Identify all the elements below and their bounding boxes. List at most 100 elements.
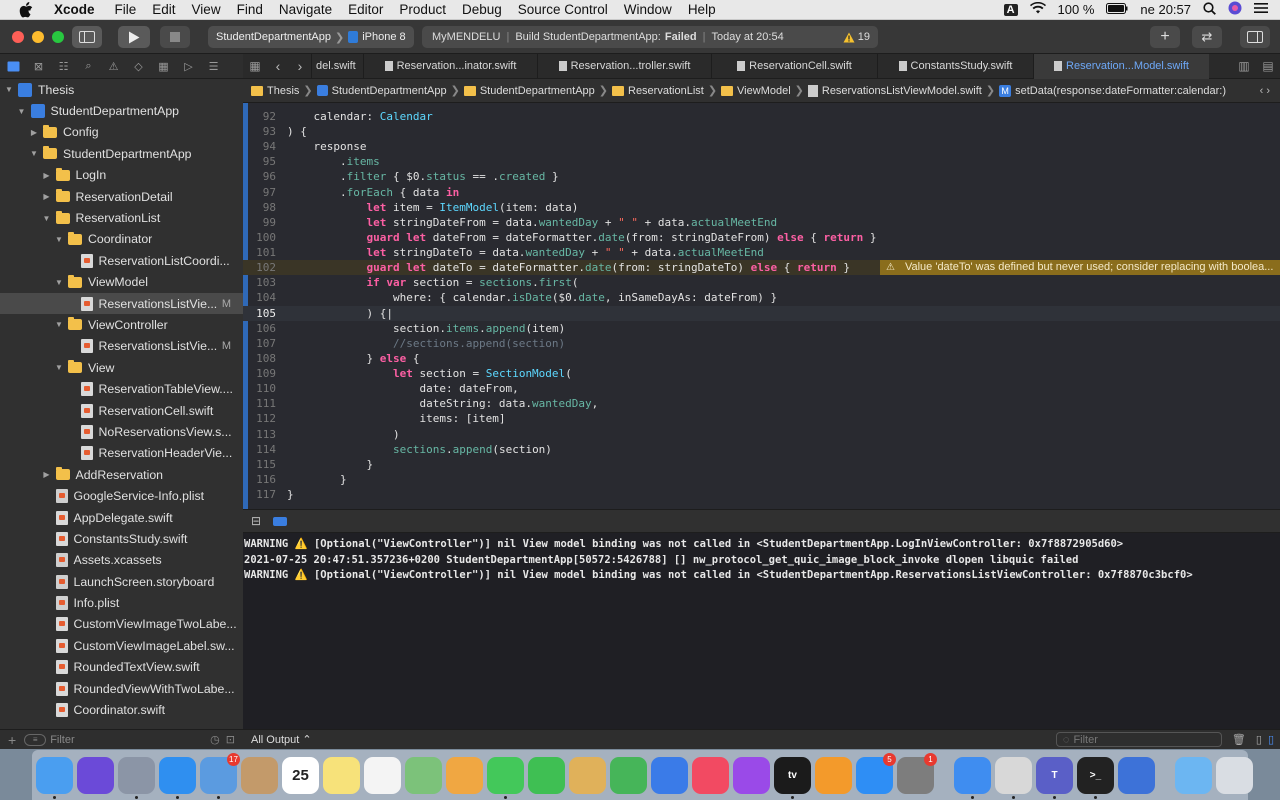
code-line[interactable]: 108 } else {	[243, 351, 1280, 366]
output-selector[interactable]: All Output ⌃	[251, 733, 312, 746]
disclosure-closed-icon[interactable]: ▶	[29, 128, 39, 137]
menu-find[interactable]: Find	[237, 2, 263, 17]
code-line[interactable]: 116 }	[243, 472, 1280, 487]
issue-nav-arrows-icon[interactable]: ‹ ›	[1260, 85, 1270, 97]
editor-tab-active[interactable]: Reservation...Model.swift	[1033, 53, 1209, 79]
code-text[interactable]: }	[287, 472, 347, 487]
line-number[interactable]: 98	[243, 200, 276, 215]
disk-utility-icon[interactable]	[995, 756, 1032, 799]
code-line[interactable]: 96 .filter { $0.status == .created }	[243, 169, 1280, 184]
preview-icon[interactable]	[569, 756, 606, 794]
line-number[interactable]: 97	[243, 185, 276, 200]
line-number[interactable]: 104	[243, 290, 276, 305]
disclosure-open-icon[interactable]: ▼	[4, 85, 14, 94]
terminal-icon[interactable]: >_	[1077, 756, 1114, 799]
sidebar-item[interactable]: ▼ Thesis	[0, 79, 243, 100]
back-icon[interactable]: ‹	[267, 58, 289, 74]
symbol-navigator-icon[interactable]: ☷	[57, 60, 70, 73]
scheme-device[interactable]: iPhone 8	[362, 31, 405, 43]
zoom-window-button[interactable]	[52, 30, 64, 43]
code-text[interactable]: .filter { $0.status == .created }	[287, 169, 559, 184]
disclosure-open-icon[interactable]: ▼	[54, 278, 64, 287]
minimize-window-button[interactable]	[32, 30, 44, 43]
line-number[interactable]: 108	[243, 351, 276, 366]
menu-product[interactable]: Product	[399, 2, 446, 17]
breadcrumb-item[interactable]: ReservationList	[612, 85, 704, 97]
trash-console-icon[interactable]: 🗑	[1232, 733, 1246, 746]
split-editor-icon[interactable]: ▥	[1232, 59, 1256, 73]
line-number[interactable]: 111	[243, 396, 276, 411]
variables-view-icon[interactable]: ▯	[1256, 733, 1262, 746]
breakpoint-navigator-icon[interactable]: ▷	[182, 60, 195, 73]
source-control-filter-icon[interactable]: ⊡	[226, 733, 235, 746]
code-line[interactable]: 109 let section = SectionModel(	[243, 366, 1280, 381]
instruments-icon[interactable]	[1118, 756, 1155, 794]
sidebar-item[interactable]: Coordinator.swift	[0, 699, 243, 720]
code-text[interactable]: response	[287, 139, 366, 154]
test-navigator-icon[interactable]: ◇	[132, 60, 145, 73]
battery-percent[interactable]: 100 %	[1058, 2, 1095, 17]
launchpad-icon[interactable]	[118, 756, 155, 799]
numbers-icon[interactable]	[610, 756, 647, 794]
downloads-folder-icon[interactable]	[1175, 756, 1212, 794]
code-text[interactable]: items: [item]	[287, 411, 505, 426]
code-text[interactable]: }	[287, 487, 294, 502]
line-number[interactable]: 100	[243, 230, 276, 245]
editor-tab[interactable]: ReservationCell.swift	[711, 53, 877, 79]
clock[interactable]: ne 20:57	[1140, 2, 1191, 17]
code-text[interactable]: ) {	[287, 124, 307, 139]
code-text[interactable]: .items	[287, 154, 380, 169]
notes-icon[interactable]	[323, 756, 360, 794]
calendar-icon[interactable]: 25	[282, 756, 319, 794]
sidebar-item[interactable]: ▼ StudentDepartmentApp	[0, 143, 243, 164]
editor-tab[interactable]: Reservation...troller.swift	[537, 53, 711, 79]
line-number[interactable]: 106	[243, 321, 276, 336]
sidebar-item[interactable]: ▼ StudentDepartmentApp	[0, 100, 243, 121]
mail-icon[interactable]: 17	[200, 752, 240, 799]
console-filter-input[interactable]: ◌ Filter	[1055, 732, 1222, 747]
podcasts-icon[interactable]	[733, 756, 770, 794]
teams-icon[interactable]: T	[1036, 756, 1073, 799]
photos-icon[interactable]	[446, 756, 483, 794]
sidebar-item[interactable]: GoogleService-Info.plist	[0, 485, 243, 506]
inline-warning[interactable]: ⚠ Value 'dateTo' was defined but never us…	[880, 260, 1280, 276]
scheme-selector[interactable]: StudentDepartmentApp ❯ iPhone 8	[208, 26, 414, 48]
xcode-icon[interactable]	[954, 756, 991, 799]
line-number[interactable]: 96	[243, 169, 276, 184]
breadcrumb-item[interactable]: StudentDepartmentApp	[316, 85, 447, 97]
sidebar-item[interactable]: RoundedViewWithTwoLabe...	[0, 678, 243, 699]
code-line[interactable]: 92 calendar: Calendar	[243, 109, 1280, 124]
sidebar-item[interactable]: Info.plist	[0, 592, 243, 613]
sidebar-item[interactable]: ▼ View	[0, 357, 243, 378]
line-number[interactable]: 103	[243, 275, 276, 290]
recent-files-icon[interactable]: ◷	[210, 733, 220, 746]
line-number[interactable]: 94	[243, 139, 276, 154]
disclosure-closed-icon[interactable]: ▶	[42, 171, 52, 180]
add-file-icon[interactable]: +	[8, 732, 16, 748]
code-text[interactable]: where: { calendar.isDate($0.date, inSame…	[287, 290, 777, 305]
books-icon[interactable]	[815, 756, 852, 794]
sidebar-item[interactable]: ▼ Coordinator	[0, 229, 243, 250]
menu-view[interactable]: View	[192, 2, 221, 17]
library-button[interactable]: +	[1150, 26, 1180, 48]
code-line[interactable]: 105 ) {|	[243, 305, 1280, 321]
code-line[interactable]: 113 )	[243, 427, 1280, 442]
code-text[interactable]: .forEach { data in	[287, 185, 459, 200]
code-line[interactable]: 106 section.items.append(item)	[243, 321, 1280, 336]
control-center-icon[interactable]	[1254, 2, 1268, 17]
source-control-navigator-icon[interactable]: ⊠	[32, 60, 45, 73]
sidebar-item[interactable]: CustomViewImageTwoLabe...	[0, 614, 243, 635]
line-number[interactable]: 95	[243, 154, 276, 169]
input-source-indicator[interactable]: A	[1003, 3, 1018, 16]
editor-tab[interactable]: ConstantsStudy.swift	[877, 53, 1033, 79]
sidebar-item[interactable]: ▶ AddReservation	[0, 464, 243, 485]
code-line[interactable]: 115 }	[243, 457, 1280, 472]
toggle-navigator-button[interactable]	[72, 26, 102, 48]
code-line[interactable]: 100 guard let dateFrom = dateFormatter.d…	[243, 230, 1280, 245]
battery-icon[interactable]	[1106, 2, 1128, 17]
toggle-inspector-button[interactable]	[1240, 26, 1270, 48]
code-line[interactable]: 99 let stringDateFrom = data.wantedDay +…	[243, 215, 1280, 230]
code-line[interactable]: 101 let stringDateTo = data.wantedDay + …	[243, 245, 1280, 260]
code-line[interactable]: 103 if var section = sections.first(	[243, 275, 1280, 290]
sidebar-item[interactable]: CustomViewImageLabel.sw...	[0, 635, 243, 656]
